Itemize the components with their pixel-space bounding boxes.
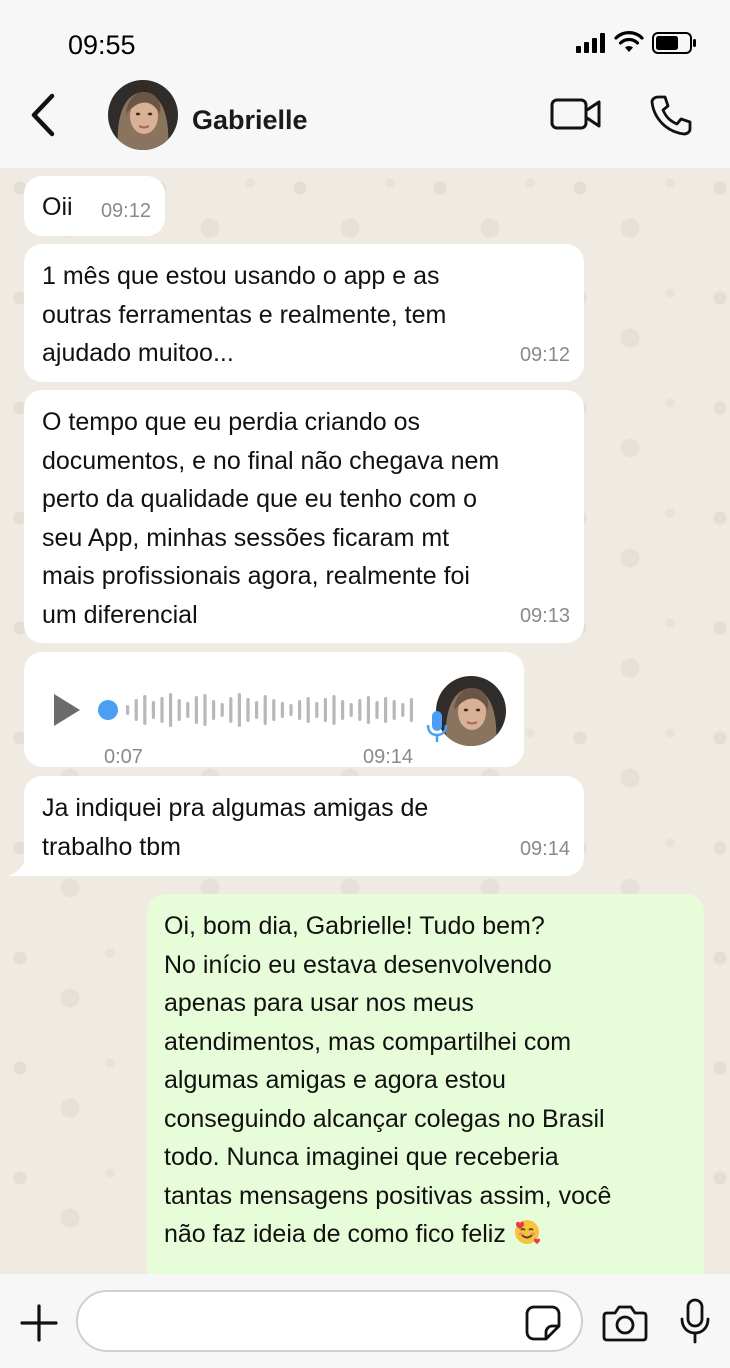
waveform-bar <box>366 696 370 724</box>
message-time: 09:13 <box>519 604 570 627</box>
plus-icon[interactable] <box>20 1304 58 1342</box>
message-text: Oii <box>42 193 73 221</box>
waveform-bar <box>358 699 362 721</box>
waveform-bar <box>255 701 259 719</box>
waveform-bar <box>229 697 233 723</box>
waveform-bar <box>315 702 319 718</box>
play-icon[interactable] <box>52 692 82 728</box>
bubble-tail <box>8 856 38 876</box>
waveform-bar <box>349 703 353 717</box>
waveform-bar <box>392 700 396 720</box>
waveform-bar <box>203 694 207 726</box>
chat-area[interactable]: Oii 09:12 1 mês que estou usando o app e… <box>0 168 730 1274</box>
waveform-bar <box>143 695 147 725</box>
waveform-bar <box>332 695 336 725</box>
message-time: 09:14 <box>519 837 570 860</box>
wifi-icon <box>614 31 644 52</box>
message-bubble-incoming[interactable]: O tempo que eu perdia criando os documen… <box>24 390 584 643</box>
microphone-icon <box>426 711 448 742</box>
microphone-icon[interactable] <box>678 1298 712 1344</box>
waveform-bar <box>151 701 155 719</box>
message-bubble-incoming[interactable]: 1 mês que estou usando o app e as outras… <box>24 244 584 382</box>
voice-message[interactable]: 0:07 09:14 <box>24 652 524 768</box>
waveform-bar <box>272 699 276 721</box>
waveform-bar <box>169 693 173 727</box>
camera-icon[interactable] <box>602 1304 648 1342</box>
chevron-left-icon[interactable] <box>26 92 62 138</box>
battery-icon <box>652 32 696 54</box>
waveform-bar <box>409 698 413 722</box>
waveform-bar <box>263 695 267 725</box>
smiling-face-with-hearts-icon <box>514 1220 540 1244</box>
waveform-bar <box>323 698 327 722</box>
waveform-bar <box>237 693 241 727</box>
chat-header: Gabrielle <box>0 80 730 168</box>
phone-icon[interactable] <box>650 94 692 136</box>
waveform-bar <box>246 698 250 722</box>
waveform-bar <box>341 700 345 720</box>
waveform-bar <box>289 704 293 716</box>
message-bubble-incoming[interactable]: Ja indiquei pra algumas amigas de trabal… <box>24 776 584 876</box>
waveform-bar <box>298 700 302 720</box>
waveform-bar <box>126 705 130 715</box>
waveform-bar <box>186 702 190 718</box>
message-time: 09:14 <box>363 746 414 768</box>
message-text: Ja indiquei pra algumas amigas de trabal… <box>42 794 429 861</box>
waveform-bar <box>375 701 379 719</box>
message-time: 09:12 <box>519 343 570 366</box>
status-bar: 09:55 <box>0 0 730 80</box>
voice-progress-knob[interactable] <box>98 700 118 720</box>
waveform-bar <box>384 697 388 723</box>
waveform-bar <box>160 697 164 723</box>
waveform-bar <box>280 702 284 718</box>
voice-duration: 0:07 <box>104 746 143 768</box>
message-input[interactable] <box>76 1290 583 1352</box>
message-time: 09:12 <box>100 199 151 222</box>
status-time: 09:55 <box>68 30 136 60</box>
waveform-bar <box>220 703 224 717</box>
message-bubble-incoming[interactable]: Oii 09:12 <box>24 176 165 236</box>
waveform-bar <box>401 703 405 717</box>
contact-name[interactable]: Gabrielle <box>192 105 308 136</box>
video-camera-icon[interactable] <box>550 96 602 132</box>
waveform-bar <box>177 699 181 721</box>
message-text: O tempo que eu perdia criando os documen… <box>42 408 500 629</box>
signal-icon <box>576 33 605 53</box>
message-text: 1 mês que estou usando o app e as outras… <box>42 262 447 367</box>
contact-avatar[interactable] <box>108 80 178 150</box>
message-bubble-outgoing[interactable]: Oi, bom dia, Gabrielle! Tudo bem? No iní… <box>147 894 704 1274</box>
waveform-bar <box>212 700 216 720</box>
message-text: Oi, bom dia, Gabrielle! Tudo bem? No iní… <box>164 912 612 1248</box>
waveform-bar <box>134 699 138 721</box>
composer-bar <box>0 1274 730 1368</box>
waveform-bar <box>306 697 310 723</box>
sticker-icon[interactable] <box>524 1304 562 1342</box>
waveform-bar <box>194 696 198 724</box>
voice-waveform[interactable] <box>96 688 426 732</box>
